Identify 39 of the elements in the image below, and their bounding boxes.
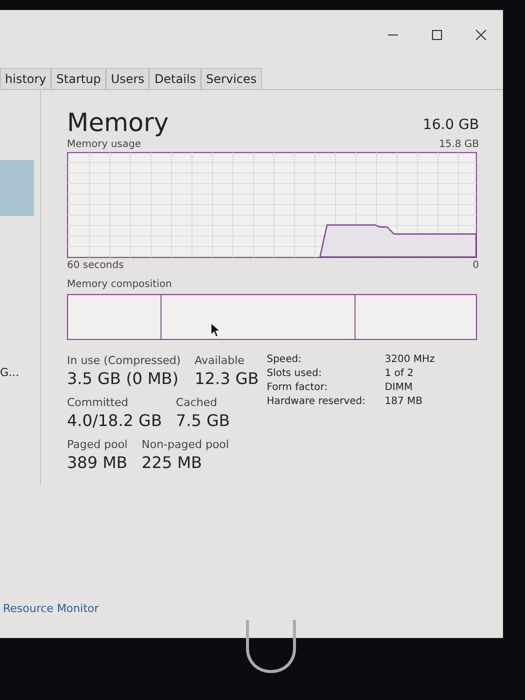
spec-label: Slots used: (266, 368, 323, 379)
stat-label: Committed (67, 396, 130, 409)
composition-label: Memory composition (67, 279, 173, 290)
tab[interactable]: history (0, 68, 52, 89)
mouse-cursor-icon (210, 322, 220, 338)
time-start-label: 60 seconds (67, 260, 124, 271)
spec-value: 1 of 2 (384, 368, 414, 379)
maximize-icon[interactable] (431, 29, 443, 41)
stat-label: Paged pool (67, 438, 128, 451)
stat-value: 389 MB (67, 453, 128, 472)
stat-label: In use (Compressed) (67, 354, 181, 367)
time-end-label: 0 (472, 260, 479, 271)
spec-label: Hardware reserved: (266, 396, 366, 407)
memory-title: Memory (67, 108, 169, 137)
graph-max-label: 15.8 GB (438, 139, 479, 150)
stat-value: 3.5 GB (0 MB) (67, 369, 180, 388)
spec-value: 187 MB (384, 396, 424, 407)
stat-value: 7.5 GB (176, 411, 230, 430)
close-icon[interactable] (475, 29, 487, 41)
stat-label: Available (194, 354, 246, 367)
stat-value: 4.0/18.2 GB (67, 411, 162, 430)
resource-monitor-link[interactable]: Resource Monitor (3, 602, 99, 615)
spec-label: Form factor: (266, 382, 329, 393)
stat-value: 225 MB (142, 453, 204, 472)
stat-value: 12.3 GB (194, 369, 259, 388)
tab[interactable]: Services (201, 68, 262, 89)
tab[interactable]: Users (106, 68, 150, 89)
tab[interactable]: Details (149, 68, 202, 89)
sidebar-selection-highlight (0, 160, 34, 216)
spec-value: 3200 MHz (384, 354, 435, 365)
tab[interactable]: Startup (51, 68, 106, 89)
spec-label: Speed: (266, 354, 302, 365)
sidebar-item[interactable]: G... (0, 366, 40, 379)
stat-label: Cached (176, 396, 218, 409)
memory-total: 16.0 GB (422, 117, 479, 135)
spec-value: DIMM (384, 382, 414, 393)
graph-label: Memory usage (67, 139, 142, 150)
cable-drawing (246, 620, 296, 673)
stat-label: Non-paged pool (142, 438, 229, 451)
